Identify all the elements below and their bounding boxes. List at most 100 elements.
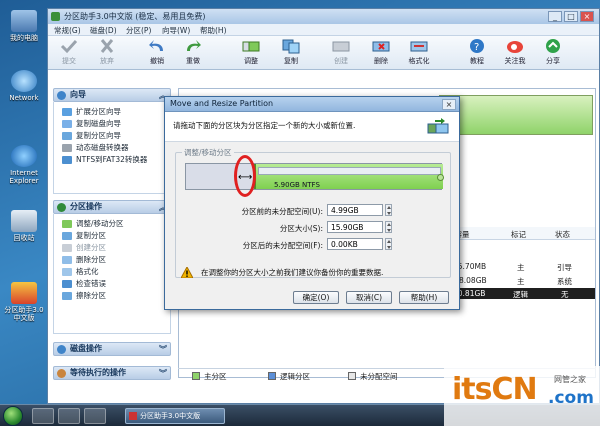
unallocated-after-spinner[interactable] [385,238,392,250]
partition-size-label: 5.90GB NTFS [274,181,320,189]
desktop-icon-partition-assistant[interactable]: 分区助手3.0中文版 [2,282,46,322]
create-button[interactable]: 创建 [324,38,358,66]
menu-partition[interactable]: 分区(P) [126,25,151,36]
window-title: 分区助手3.0中文版 (稳定、易用且免费) [64,12,206,21]
sidebar-item-wipe-partition[interactable]: 擦除分区 [54,290,170,302]
sidebar-item-copy-partition[interactable]: 复制分区 [54,230,170,242]
start-button[interactable] [3,406,23,426]
sidebar-item-copy-disk-wizard[interactable]: 复制磁盘向导 [54,118,170,130]
follow-button[interactable]: 关注我 [498,38,532,66]
tool-label: 格式化 [408,57,430,65]
desktop-icon-label: 分区助手3.0中文版 [4,306,44,322]
redo-button[interactable]: 重做 [176,38,210,66]
sidebar-item-label: 复制分区 [76,231,106,240]
sidebar-item-copy-partition-wizard[interactable]: 复制分区向导 [54,130,170,142]
weibo-icon [505,38,525,54]
ie-icon [11,145,37,167]
menu-help[interactable]: 帮助(H) [200,25,227,36]
partition-size-input[interactable] [327,221,383,233]
tool-label: 创建 [334,57,348,65]
tutorial-button[interactable]: ? 教程 [460,38,494,66]
resize-button[interactable]: 调整 [234,38,268,66]
partition-size-spinner[interactable] [385,221,392,233]
wizard-panel-header[interactable]: 向导 ︽ [53,88,171,102]
taskbar-explorer-button[interactable] [58,408,80,424]
partition-slider[interactable]: 5.90GB NTFS [185,163,443,190]
disk-partition-bar[interactable] [439,95,593,135]
sidebar-item-dynamic-disk[interactable]: 动态磁盘转换器 [54,142,170,154]
menu-disk[interactable]: 磁盘(D) [90,25,117,36]
disk-ops-header[interactable]: 磁盘操作 ︾ [53,342,171,356]
sidebar-item-label: 扩展分区向导 [76,107,121,116]
sidebar-item-format[interactable]: 格式化 [54,266,170,278]
field-row-size: 分区大小(S): [175,221,445,234]
dialog-header: 请拖动下面的分区块为分区指定一个新的大小或新位置. [165,112,459,142]
discard-button[interactable]: 放弃 [90,38,124,66]
taskbar-app-button[interactable]: 分区助手3.0中文版 [125,408,225,424]
dialog-title: Move and Resize Partition [170,99,274,108]
sidebar-item-resize-move[interactable]: 调整/移动分区 [54,218,170,230]
close-button[interactable]: × [580,11,594,22]
copy-icon [62,232,72,240]
disk-resize-icon [427,117,449,135]
legend-primary: 主分区 [192,371,227,382]
sidebar-item-check-errors[interactable]: 检查错误 [54,278,170,290]
taskbar-media-button[interactable] [84,408,106,424]
sidebar-item-label: 擦除分区 [76,291,106,300]
desktop-icon-recycle-bin[interactable]: 回收站 [2,210,46,242]
resize-icon [241,38,261,54]
minimize-button[interactable]: _ [548,11,562,22]
extend-icon [62,108,72,116]
panel-title: 分区操作 [70,202,102,211]
cell-status: 无 [561,290,569,299]
delete-button[interactable]: 删除 [364,38,398,66]
col-flag[interactable]: 标记 [511,229,526,240]
sidebar-item-label: 检查错误 [76,279,106,288]
expand-icon: ︾ [159,345,167,354]
network-icon [11,70,37,92]
desktop-icon-computer[interactable]: 我的电脑 [2,10,46,42]
unallocated-after-input[interactable] [327,238,383,250]
cell-flag: 逻辑 [513,290,528,299]
right-resize-handle[interactable] [437,174,444,181]
help-icon: ? [467,38,487,54]
title-bar: 分区助手3.0中文版 (稳定、易用且免费) _ □ × [48,9,599,24]
desktop-icon-network[interactable]: Network [2,70,46,102]
ok-button[interactable]: 确定(O) [293,291,339,304]
cancel-button[interactable]: 取消(C) [346,291,392,304]
copy-button[interactable]: 复制 [274,38,308,66]
sidebar-item-ntfs-fat32[interactable]: NTFS到FAT32转换器 [54,154,170,166]
desktop-icon-ie[interactable]: Internet Explorer [2,145,46,185]
desktop-icon-label: Internet Explorer [9,169,39,185]
dialog-close-button[interactable]: × [442,99,456,110]
sidebar-item-create-partition[interactable]: 创建分区 [54,242,170,254]
col-status[interactable]: 状态 [555,229,570,240]
cell-status: 引导 [557,263,572,272]
menu-general[interactable]: 常规(G) [54,25,81,36]
copy-disk-icon [62,120,72,128]
delete-icon [62,256,72,264]
format-button[interactable]: 格式化 [402,38,436,66]
unallocated-before-spinner[interactable] [385,204,392,216]
sidebar-item-label: 复制磁盘向导 [76,119,121,128]
share-button[interactable]: 分享 [536,38,570,66]
pending-ops-header[interactable]: 等待执行的操作 ︾ [53,366,171,380]
sidebar: 向导 ︽ 扩展分区向导 复制磁盘向导 复制分区向导 动态磁盘转换器 NTFS到F… [53,88,171,388]
move-resize-dialog: Move and Resize Partition × 请拖动下面的分区块为分区… [164,96,460,310]
taskbar-ie-button[interactable] [32,408,54,424]
legend-logical: 逻辑分区 [268,371,310,382]
tool-label: 放弃 [100,57,114,65]
format-icon [62,268,72,276]
unallocated-before-input[interactable] [327,204,383,216]
create-icon [331,38,351,54]
legend-label: 主分区 [204,372,227,381]
sidebar-item-delete-partition[interactable]: 删除分区 [54,254,170,266]
partition-ops-header[interactable]: 分区操作 ︽ [53,200,171,214]
maximize-button[interactable]: □ [564,11,578,22]
menu-wizard[interactable]: 向导(W) [162,25,190,36]
sidebar-item-extend-wizard[interactable]: 扩展分区向导 [54,106,170,118]
undo-button[interactable]: 撤销 [140,38,174,66]
help-button[interactable]: 帮助(H) [399,291,449,304]
sidebar-item-label: 格式化 [76,267,99,276]
commit-button[interactable]: 提交 [52,38,86,66]
